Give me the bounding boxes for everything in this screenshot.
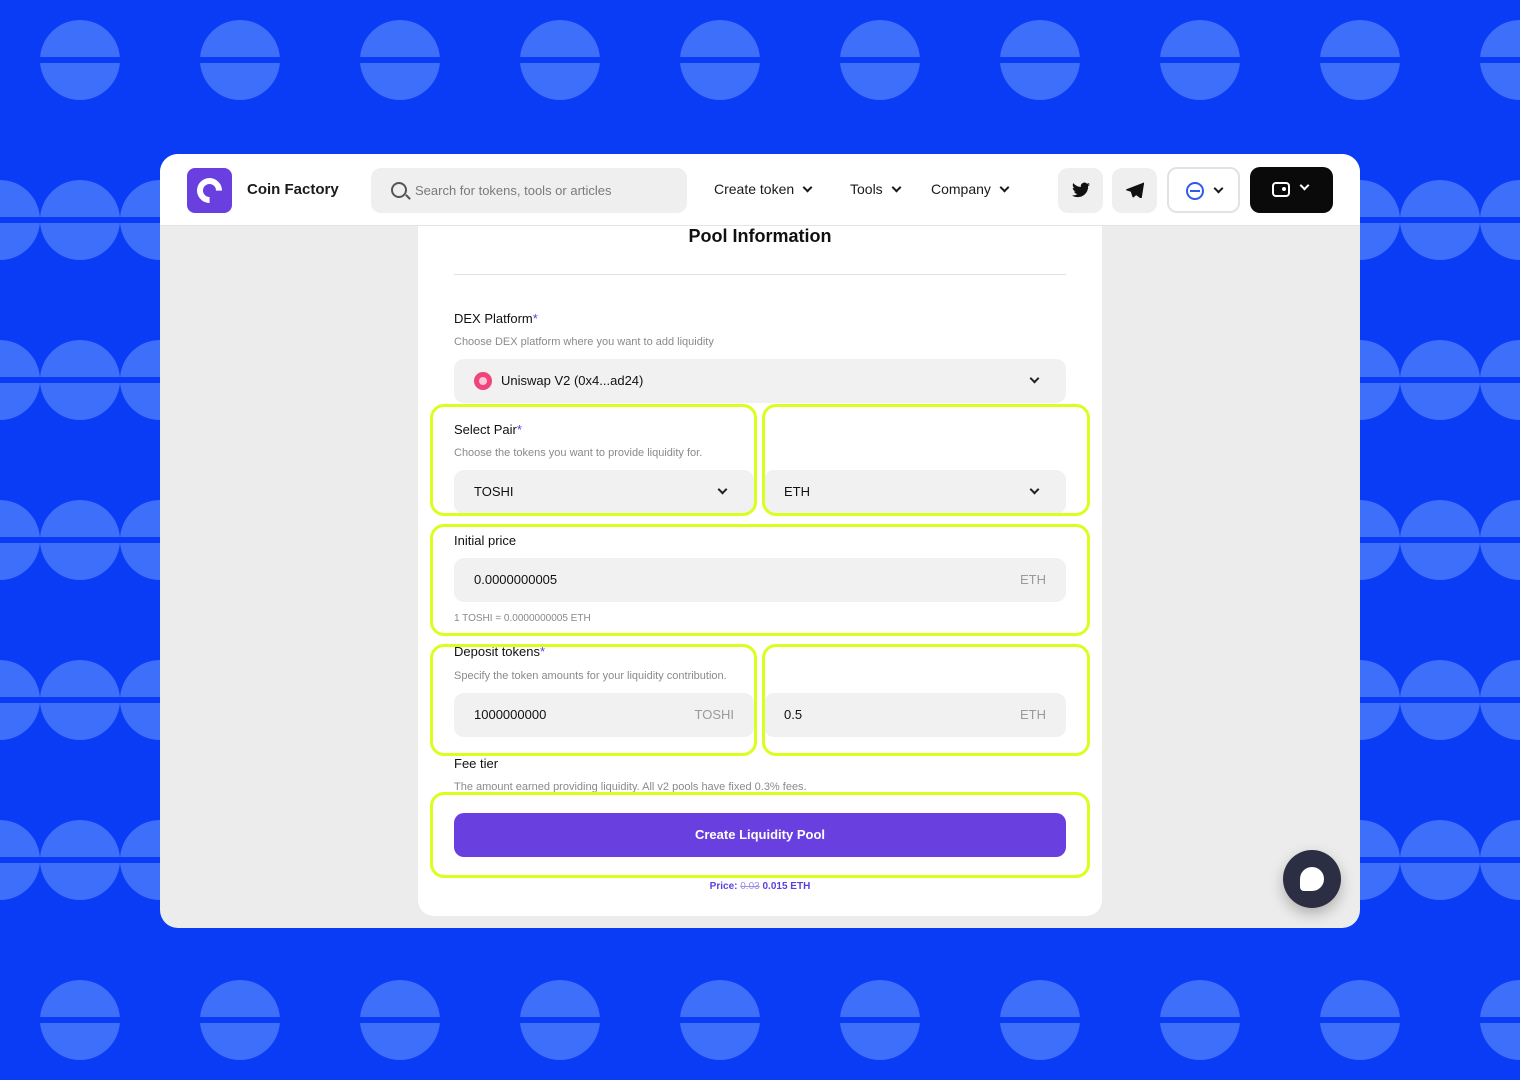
network-icon: [1186, 182, 1204, 200]
search-icon: [391, 182, 407, 198]
highlight-box: [430, 524, 1090, 636]
nav-tools-label: Tools: [850, 181, 883, 197]
search-bar[interactable]: [371, 168, 687, 213]
background-logo-icon: [1480, 340, 1520, 420]
highlight-box: [762, 644, 1090, 756]
chevron-down-icon: [1299, 180, 1310, 191]
twitter-icon: [1058, 168, 1103, 213]
chevron-down-icon: [999, 182, 1010, 193]
uniswap-icon: [474, 372, 492, 390]
network-selector[interactable]: [1167, 167, 1240, 213]
price-old: 0.03: [740, 881, 760, 892]
background-logo-icon: [0, 660, 40, 740]
background-logo-icon: [840, 20, 920, 100]
background-logo-icon: [200, 20, 280, 100]
price-new: 0.015 ETH: [762, 881, 811, 892]
background-logo-icon: [1480, 660, 1520, 740]
background-logo-icon: [40, 20, 120, 100]
dex-platform-label: DEX Platform*: [454, 311, 538, 326]
chat-support-button[interactable]: [1283, 850, 1341, 908]
background-logo-icon: [0, 820, 40, 900]
chevron-down-icon: [802, 182, 813, 193]
background-logo-icon: [1400, 500, 1480, 580]
nav-create-token[interactable]: Create token: [714, 181, 813, 197]
background-logo-icon: [1480, 20, 1520, 100]
chevron-down-icon: [1029, 373, 1040, 384]
background-logo-icon: [360, 20, 440, 100]
background-logo-icon: [1480, 500, 1520, 580]
dex-platform-hint: Choose DEX platform where you want to ad…: [454, 336, 714, 348]
background-logo-icon: [1000, 980, 1080, 1060]
top-navbar: Coin Factory Create token Tools Company: [160, 154, 1360, 226]
nav-tools[interactable]: Tools: [850, 181, 902, 197]
background-logo-icon: [520, 20, 600, 100]
background-logo-icon: [40, 660, 120, 740]
background-logo-icon: [1000, 20, 1080, 100]
nav-company[interactable]: Company: [931, 181, 1010, 197]
background-logo-icon: [40, 980, 120, 1060]
background-logo-icon: [0, 500, 40, 580]
divider: [454, 274, 1066, 275]
pool-title: Pool Information: [688, 226, 832, 246]
app-window: Coin Factory Create token Tools Company: [160, 154, 1360, 928]
wallet-icon: [1272, 182, 1290, 197]
search-input[interactable]: [415, 168, 675, 213]
background-logo-icon: [1400, 820, 1480, 900]
highlight-box: [762, 404, 1090, 516]
twitter-button[interactable]: [1058, 168, 1103, 213]
telegram-icon: [1112, 168, 1157, 213]
chevron-down-icon: [1213, 183, 1224, 194]
background-logo-icon: [40, 500, 120, 580]
background-logo-icon: [360, 980, 440, 1060]
coin-factory-logo-icon[interactable]: [187, 168, 232, 213]
background-logo-icon: [840, 980, 920, 1060]
highlight-box: [430, 644, 757, 756]
background-logo-icon: [40, 820, 120, 900]
nav-company-label: Company: [931, 181, 991, 197]
background-logo-icon: [680, 20, 760, 100]
background-logo-icon: [0, 180, 40, 260]
nav-create-token-label: Create token: [714, 181, 795, 197]
fee-tier-label: Fee tier: [454, 756, 499, 771]
background-logo-icon: [1160, 980, 1240, 1060]
wallet-button[interactable]: [1250, 167, 1333, 213]
dex-platform-value: Uniswap V2 (0x4...ad24): [501, 373, 644, 388]
dex-platform-label-text: DEX Platform: [454, 311, 533, 326]
background-logo-icon: [1400, 340, 1480, 420]
price-caption: Price: 0.03 0.015 ETH: [418, 881, 1102, 892]
background-logo-icon: [200, 980, 280, 1060]
background-logo-icon: [1480, 820, 1520, 900]
chevron-down-icon: [891, 182, 902, 193]
background-logo-icon: [40, 340, 120, 420]
required-mark: *: [532, 311, 538, 326]
background-logo-icon: [1480, 180, 1520, 260]
background-logo-icon: [40, 180, 120, 260]
brand-name[interactable]: Coin Factory: [247, 181, 339, 198]
background-logo-icon: [1400, 660, 1480, 740]
background-logo-icon: [520, 980, 600, 1060]
telegram-button[interactable]: [1112, 168, 1157, 213]
background-logo-icon: [680, 980, 760, 1060]
background-logo-icon: [1400, 180, 1480, 260]
highlight-box: [430, 404, 757, 516]
background-logo-icon: [1160, 20, 1240, 100]
background-logo-icon: [1480, 980, 1520, 1060]
highlight-box: [430, 792, 1090, 878]
background-logo-icon: [1320, 20, 1400, 100]
background-logo-icon: [0, 340, 40, 420]
dex-platform-select[interactable]: Uniswap V2 (0x4...ad24): [454, 359, 1066, 403]
background-logo-icon: [1320, 980, 1400, 1060]
price-label: Price:: [709, 881, 738, 892]
